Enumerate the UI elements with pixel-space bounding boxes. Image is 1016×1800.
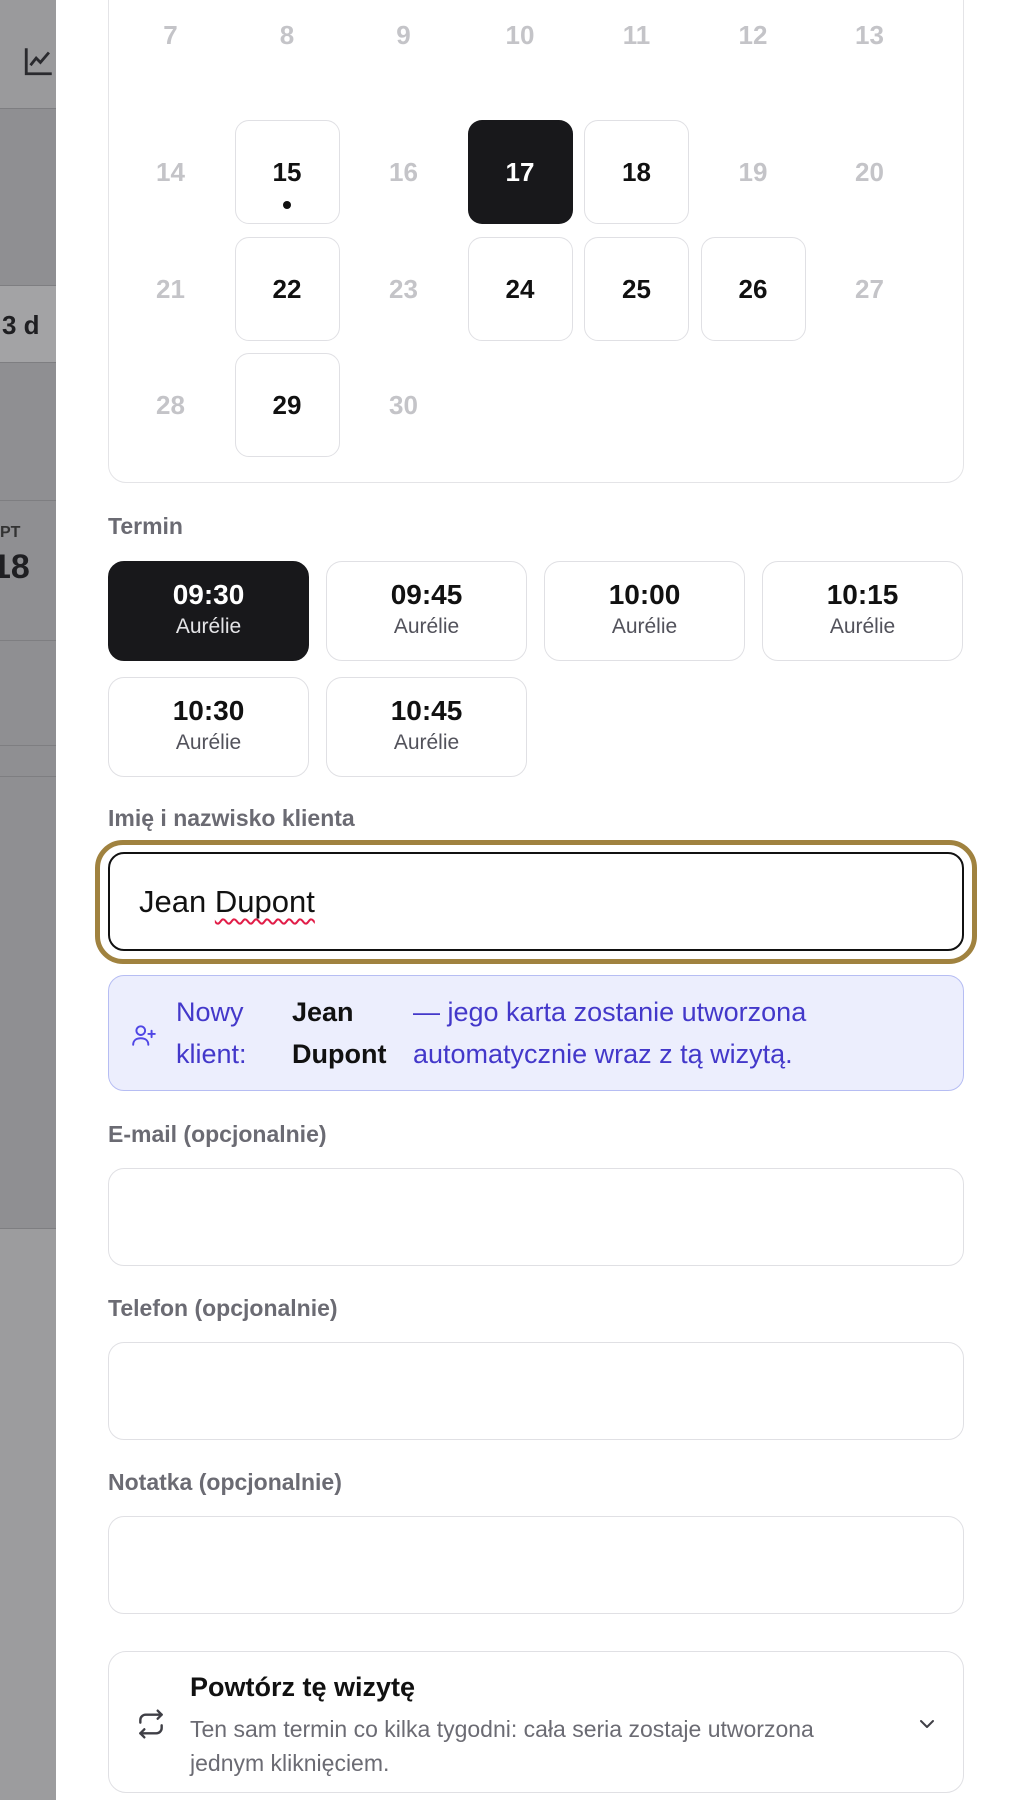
time-slot-time: 10:15 xyxy=(826,579,899,610)
note-input[interactable] xyxy=(108,1516,964,1614)
time-slot-time: 10:00 xyxy=(608,579,681,610)
client-last-name: Dupont xyxy=(214,884,315,919)
calendar-day: 21 xyxy=(156,273,185,304)
email-label: E-mail (opcjonalnie) xyxy=(108,1121,327,1147)
time-label: Termin xyxy=(108,513,183,539)
calendar-day[interactable]: 29 xyxy=(234,353,340,457)
notice-prefix-line1: Nowy xyxy=(176,997,244,1027)
phone-input[interactable] xyxy=(108,1342,964,1440)
time-slot-button[interactable]: 10:30 Aurélie xyxy=(108,677,309,777)
client-name-input[interactable]: Jean Dupont xyxy=(108,852,964,951)
calendar-day: 9 xyxy=(396,19,411,50)
note-label: Notatka (opcjonalnie) xyxy=(108,1469,342,1495)
time-slot-button[interactable]: 10:45 Aurélie xyxy=(326,677,527,777)
calendar-day: 19 xyxy=(738,156,768,187)
calendar-day: 20 xyxy=(855,156,884,187)
notice-message-line2: automatycznie wraz z tą wizytą. xyxy=(413,1039,793,1069)
calendar-day[interactable]: 17 xyxy=(467,120,573,224)
repeat-icon xyxy=(139,1709,163,1739)
notice-message-line1: — jego karta zostanie utworzona xyxy=(413,997,807,1027)
time-slot-staff: Aurélie xyxy=(611,615,678,638)
calendar-day: 8 xyxy=(279,19,295,50)
calendar-day: 14 xyxy=(156,156,185,187)
time-slot-staff: Aurélie xyxy=(175,731,242,754)
repeat-title: Powtórz tę wizytę xyxy=(190,1672,416,1702)
time-slot-button[interactable]: 10:00 Aurélie xyxy=(544,561,745,661)
calendar-day: 13 xyxy=(855,19,884,50)
time-slot-staff: Aurélie xyxy=(393,731,460,754)
calendar-day: 10 xyxy=(505,19,535,50)
calendar-day: 11 xyxy=(622,19,651,50)
calendar-card: 7 8 9 10 11 12 13 14 15 16 17 18 19 20 21 22 23 24 25 26 27 2… xyxy=(108,0,964,483)
repeat-appointment-toggle[interactable]: Powtórz tę wizytę Ten sam termin co kilk… xyxy=(108,1651,964,1793)
time-slot-button[interactable]: 10:15 Aurélie xyxy=(762,561,963,661)
calendar-day: 7 xyxy=(163,19,178,50)
chevron-down-icon[interactable] xyxy=(915,1712,939,1736)
background-day-number: 18 xyxy=(0,548,30,586)
calendar-day[interactable]: 18 xyxy=(584,120,689,224)
phone-label: Telefon (opcjonalnie) xyxy=(108,1295,338,1321)
new-client-notice: Nowy klient: Jean Dupont — jego karta zo… xyxy=(108,975,964,1091)
repeat-description: Ten sam termin co kilka tygodni: cała se… xyxy=(190,1716,814,1776)
line-chart-icon xyxy=(24,48,52,76)
calendar-day: 27 xyxy=(855,273,884,304)
time-slot-button[interactable]: 09:45 Aurélie xyxy=(326,561,527,661)
time-slot-time: 09:30 xyxy=(172,579,245,610)
background-page: 3 d PT 18 xyxy=(0,0,56,1800)
calendar-day: 16 xyxy=(389,156,418,187)
calendar-day: 30 xyxy=(389,389,418,420)
time-slot-staff: Aurélie xyxy=(393,615,460,638)
calendar-day: 12 xyxy=(738,19,768,50)
client-name-label: Imię i nazwisko klienta xyxy=(108,805,355,831)
calendar-day: 23 xyxy=(389,273,418,304)
calendar-day[interactable]: 25 xyxy=(584,237,689,341)
time-slot-time: 10:45 xyxy=(390,695,463,726)
time-slot-time: 09:45 xyxy=(390,579,463,610)
calendar-day[interactable]: 22 xyxy=(234,237,340,341)
notice-name-line2: Dupont xyxy=(292,1039,387,1069)
calendar-day[interactable]: 24 xyxy=(467,237,573,341)
notice-name-line1: Jean xyxy=(292,997,354,1027)
user-plus-icon xyxy=(132,1025,156,1046)
notice-prefix-line2: klient: xyxy=(176,1039,247,1069)
background-day-abbr: PT xyxy=(0,524,21,541)
new-appointment-drawer: 7 8 9 10 11 12 13 14 15 16 17 18 19 20 21 22 23 24 25 26 27 2… xyxy=(56,0,1016,1800)
background-badge: 3 d xyxy=(2,310,40,340)
time-slot-time: 10:30 xyxy=(172,695,245,726)
calendar-day[interactable]: 15 xyxy=(234,120,340,224)
calendar-day[interactable]: 26 xyxy=(700,237,806,341)
calendar-day: 28 xyxy=(156,389,185,420)
time-slot-staff: Aurélie xyxy=(175,615,242,638)
email-input[interactable] xyxy=(108,1168,964,1266)
time-slot-button[interactable]: 09:30 Aurélie xyxy=(108,561,309,661)
calendar-event-dot xyxy=(283,201,291,209)
client-first-name: Jean xyxy=(139,884,207,919)
time-slot-staff: Aurélie xyxy=(829,615,896,638)
